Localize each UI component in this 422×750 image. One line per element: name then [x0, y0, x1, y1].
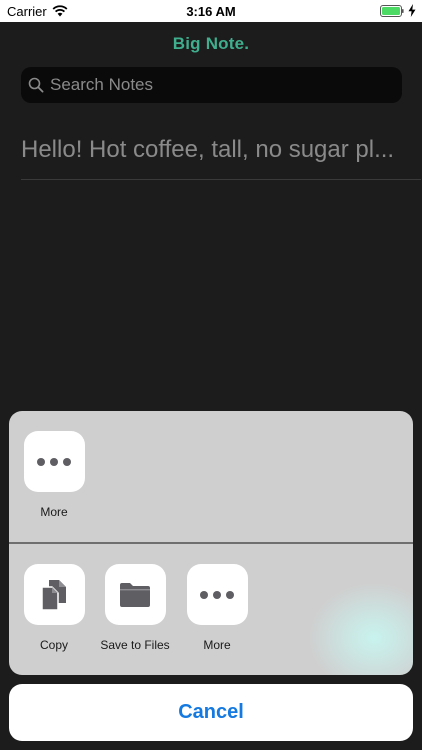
share-sheet: More Copy Save to Files More [9, 411, 413, 675]
share-apps-row: More [9, 411, 413, 543]
share-app-more-label: More [40, 505, 68, 519]
action-save-to-files[interactable]: Save to Files [95, 564, 175, 652]
action-save-to-files-label: Save to Files [100, 638, 170, 652]
more-icon [37, 457, 71, 466]
save-to-files-tile[interactable] [104, 564, 166, 625]
battery-icon [380, 5, 404, 17]
status-bar: Carrier 3:16 AM [0, 0, 422, 22]
app-title: Big Note. [172, 34, 250, 53]
copy-icon [41, 579, 66, 611]
share-actions-row: Copy Save to Files More [9, 544, 413, 675]
search-icon [28, 77, 44, 93]
note-list-item[interactable]: Hello! Hot coffee, tall, no sugar pl... [21, 130, 421, 180]
action-copy-label: Copy [39, 638, 68, 652]
more-tile[interactable] [23, 431, 85, 492]
action-more[interactable]: More [177, 564, 257, 652]
action-more-label: More [203, 638, 231, 652]
more-icon [200, 590, 234, 599]
note-preview: Hello! Hot coffee, tall, no sugar pl... [21, 136, 395, 163]
clock: 3:16 AM [186, 4, 236, 19]
folder-icon [120, 582, 150, 607]
share-app-more[interactable]: More [14, 431, 94, 519]
charging-bolt-icon [408, 4, 416, 17]
more-tile[interactable] [186, 564, 248, 625]
copy-tile[interactable] [23, 564, 85, 625]
screen: Carrier 3:16 AM Big Note. Hello! Hot cof… [0, 0, 422, 750]
search-bar[interactable] [21, 67, 402, 103]
action-copy[interactable]: Copy [14, 564, 94, 652]
search-input[interactable] [50, 67, 395, 103]
cancel-button[interactable]: Cancel [9, 684, 413, 741]
